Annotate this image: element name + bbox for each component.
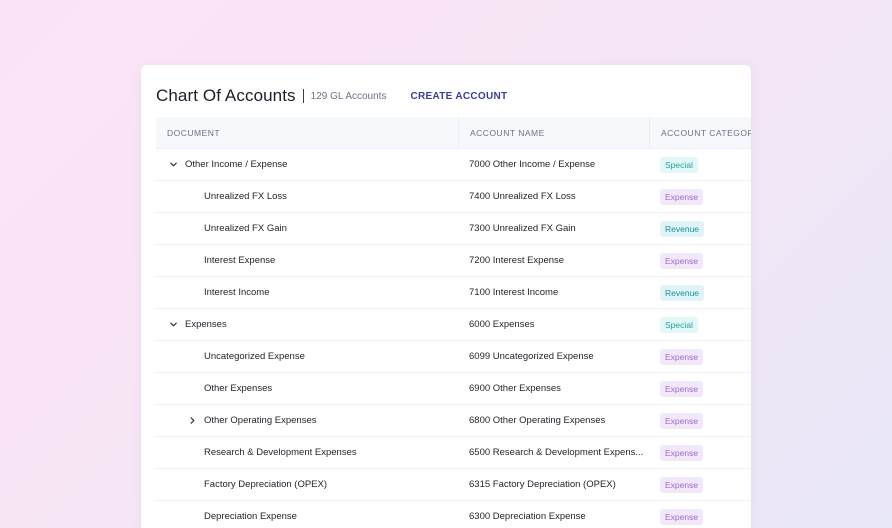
document-cell: Uncategorized Expense [156,351,458,362]
account-category-cell: Expense [649,412,751,429]
category-badge: Expense [660,252,704,269]
document-cell: Interest Expense [156,255,458,266]
category-badge: Revenue [660,284,705,301]
account-category-cell: Expense [649,380,751,397]
account-name-cell: 6800 Other Operating Expenses [469,415,606,426]
table-row[interactable]: Research & Development Expenses 6500 Rese… [156,437,751,469]
document-cell: Unrealized FX Gain [156,223,458,234]
document-cell: Other Operating Expenses [156,414,458,428]
document-label: Unrealized FX Gain [204,223,287,234]
table-body: Other Income / Expense 7000 Other Income … [156,149,751,528]
account-name-cell: 7400 Unrealized FX Loss [469,191,576,202]
page-title: Chart Of Accounts [156,86,296,105]
document-label: Uncategorized Expense [204,351,305,362]
account-category-cell: Expense [649,188,751,205]
account-name-cell: 6900 Other Expenses [469,383,561,394]
account-category-cell: Expense [649,252,751,269]
category-badge: Expense [660,508,704,525]
column-header-account-category[interactable]: ACCOUNT CATEGORY [649,116,751,149]
account-name-cell: 6000 Expenses [469,319,535,330]
account-category-cell: Expense [649,476,751,493]
column-header-document[interactable]: DOCUMENT [156,117,458,149]
document-cell: Other Income / Expense [156,158,458,172]
category-badge: Special [660,156,698,173]
document-label: Interest Income [204,287,270,298]
document-label: Other Income / Expense [185,159,288,170]
account-name-cell: 7300 Unrealized FX Gain [469,223,576,234]
document-cell: Factory Depreciation (OPEX) [156,479,458,490]
account-category-cell: Expense [649,508,751,525]
card-header: Chart Of Accounts 129 GL Accounts CREATE… [156,84,507,108]
document-cell: Other Expenses [156,383,458,394]
table-row[interactable]: Depreciation Expense 6300 Depreciation Ex… [156,501,751,528]
table-row[interactable]: Unrealized FX Gain 7300 Unrealized FX Gai… [156,213,751,245]
category-badge: Expense [660,348,704,365]
chevron-down-icon[interactable] [166,318,180,332]
header-divider [302,89,304,103]
document-cell: Unrealized FX Loss [156,191,458,202]
create-account-button[interactable]: CREATE ACCOUNT [410,91,507,102]
document-cell: Expenses [156,318,458,332]
category-badge: Expense [660,476,704,493]
accounts-table: DOCUMENT ACCOUNT NAME ACCOUNT CATEGORY O… [156,116,751,528]
account-category-cell: Expense [649,444,751,461]
chevron-down-icon[interactable] [166,158,180,172]
chevron-right-icon[interactable] [185,414,199,428]
account-count: 129 GL Accounts [310,90,387,102]
table-row[interactable]: Interest Expense 7200 Interest Expense Exp… [156,245,751,277]
document-label: Expenses [185,319,227,330]
account-category-cell: Expense [649,348,751,365]
document-label: Other Expenses [204,383,273,394]
category-badge: Revenue [660,220,705,237]
table-row[interactable]: Expenses 6000 Expenses Special [156,309,751,341]
document-cell: Research & Development Expenses [156,447,458,458]
table-header: DOCUMENT ACCOUNT NAME ACCOUNT CATEGORY [156,116,751,149]
category-badge: Expense [660,412,704,429]
account-category-cell: Revenue [649,220,751,237]
column-header-account-name[interactable]: ACCOUNT NAME [458,116,649,149]
table-row[interactable]: Other Operating Expenses 6800 Other Opera… [156,405,751,437]
account-name-cell: 7000 Other Income / Expense [469,159,596,170]
table-row[interactable]: Factory Depreciation (OPEX) 6315 Factory … [156,469,751,501]
document-label: Factory Depreciation (OPEX) [204,479,328,490]
account-category-cell: Revenue [649,284,751,301]
document-label: Interest Expense [204,255,276,266]
account-name-cell: 7100 Interest Income [469,287,559,298]
account-name-cell: 6500 Research & Development Expens... [469,447,644,458]
document-label: Unrealized FX Loss [204,191,287,202]
table-row[interactable]: Unrealized FX Loss 7400 Unrealized FX Los… [156,181,751,213]
category-badge: Expense [660,444,704,461]
account-name-cell: 6099 Uncategorized Expense [469,351,594,362]
account-name-cell: 7200 Interest Expense [469,255,565,266]
account-category-cell: Special [649,316,751,333]
category-badge: Special [660,316,698,333]
table-row[interactable]: Interest Income 7100 Interest Income Reven… [156,277,751,309]
document-label: Depreciation Expense [204,511,297,522]
table-row[interactable]: Other Income / Expense 7000 Other Income … [156,149,751,181]
account-category-cell: Special [649,156,751,173]
document-label: Research & Development Expenses [204,447,357,458]
document-cell: Depreciation Expense [156,511,458,522]
table-row[interactable]: Uncategorized Expense 6099 Uncategorized … [156,341,751,373]
table-row[interactable]: Other Expenses 6900 Other Expenses Expense [156,373,751,405]
chart-of-accounts-card: Chart Of Accounts 129 GL Accounts CREATE… [141,65,751,528]
account-name-cell: 6315 Factory Depreciation (OPEX) [469,479,616,490]
document-cell: Interest Income [156,287,458,298]
category-badge: Expense [660,188,704,205]
category-badge: Expense [660,380,704,397]
account-name-cell: 6300 Depreciation Expense [469,511,586,522]
document-label: Other Operating Expenses [204,415,317,426]
